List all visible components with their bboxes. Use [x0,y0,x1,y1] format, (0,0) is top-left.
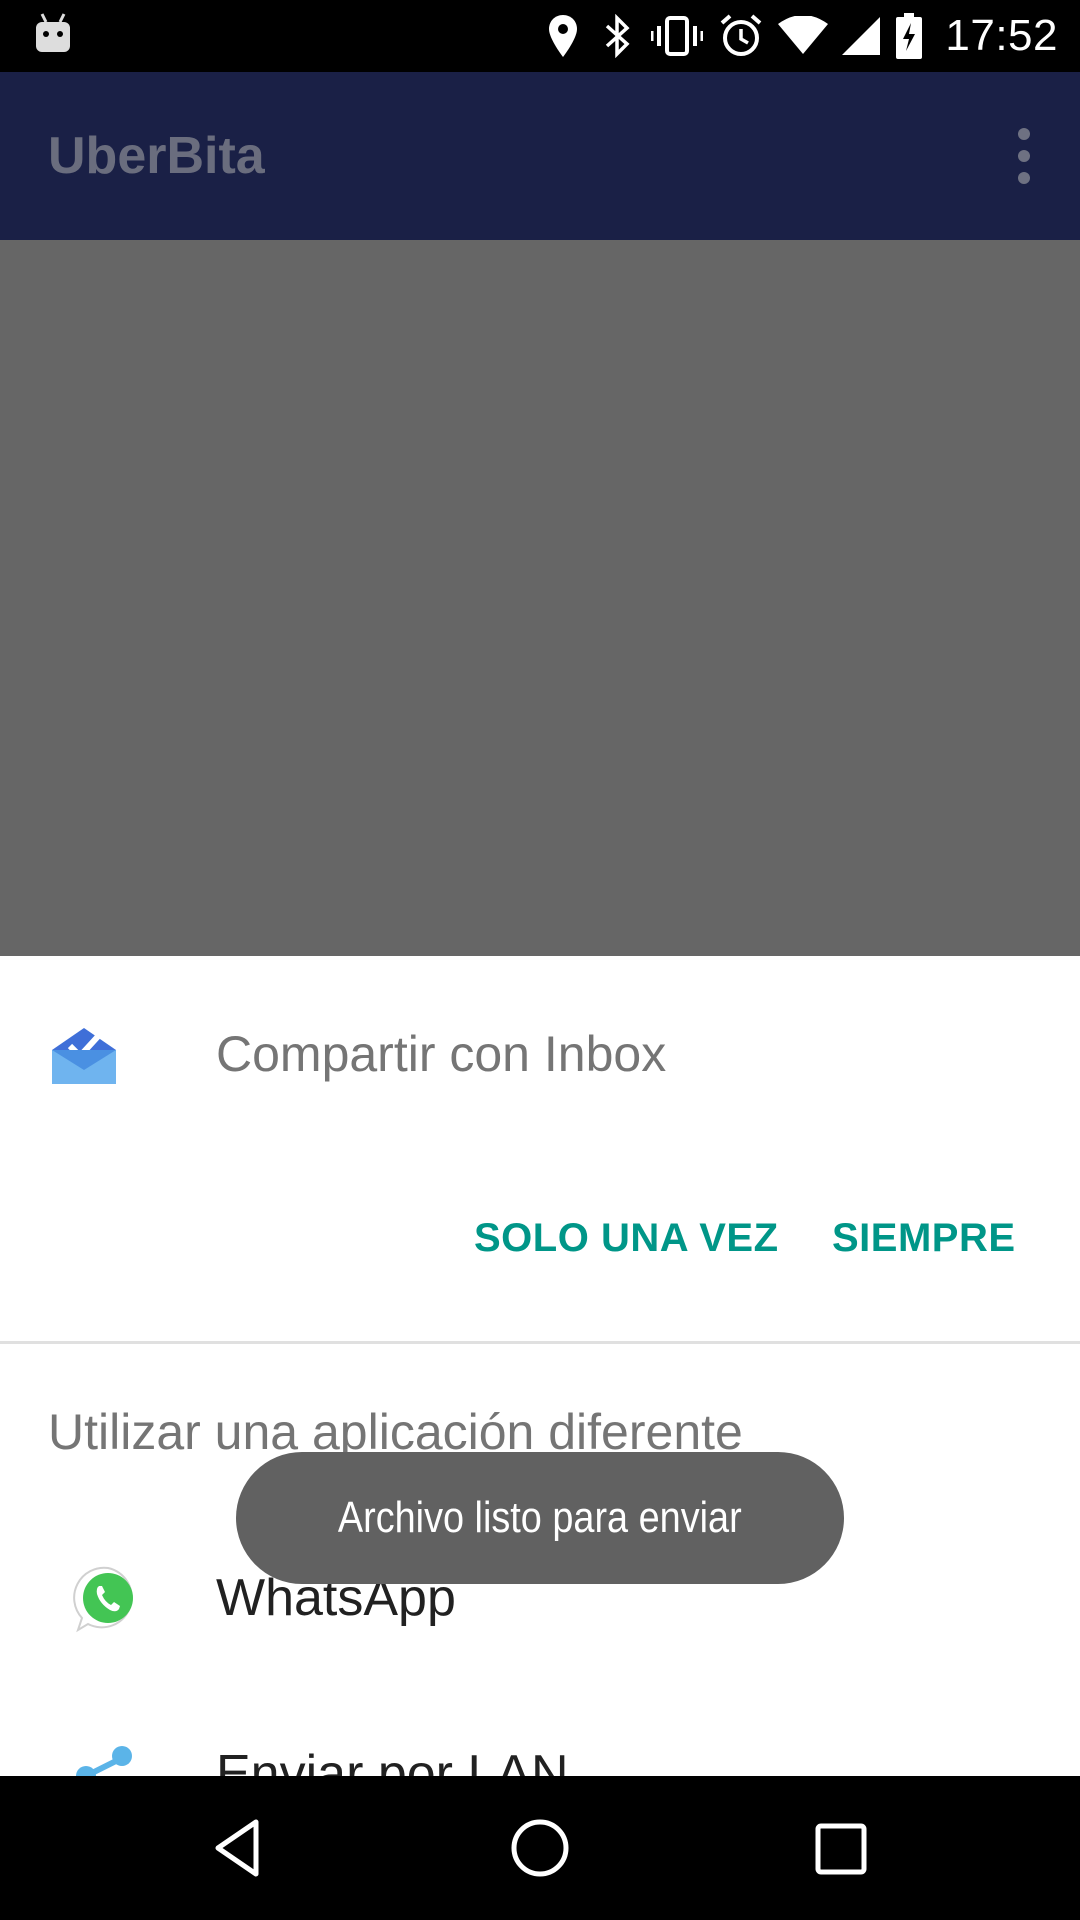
toast: Archivo listo para enviar [236,1452,844,1584]
navigation-bar [0,1776,1080,1920]
overflow-menu-icon[interactable] [1004,128,1044,184]
status-bar: 17:52 [0,0,1080,72]
default-app-title: Compartir con Inbox [216,1026,667,1082]
vibrate-icon [645,0,709,72]
alarm-icon [709,0,773,72]
whatsapp-icon [72,1564,144,1636]
divider [0,1341,1080,1344]
status-time: 17:52 [945,11,1058,60]
wifi-icon [773,0,833,72]
just-once-button[interactable]: SOLO UNA VEZ [474,1208,779,1268]
battery-charging-icon [889,0,929,72]
bluetooth-icon [589,0,645,72]
android-debug-icon [34,12,72,60]
inbox-icon [48,1018,120,1090]
cell-signal-icon [833,0,889,72]
recents-icon[interactable] [804,1812,876,1884]
always-button[interactable]: SIEMPRE [832,1208,1016,1268]
back-icon[interactable] [204,1812,276,1884]
home-icon[interactable] [504,1812,576,1884]
app-bar: UberBita [0,72,1080,240]
app-title: UberBita [48,127,265,185]
toast-message: Archivo listo para enviar [338,1493,742,1542]
location-icon [537,0,589,72]
